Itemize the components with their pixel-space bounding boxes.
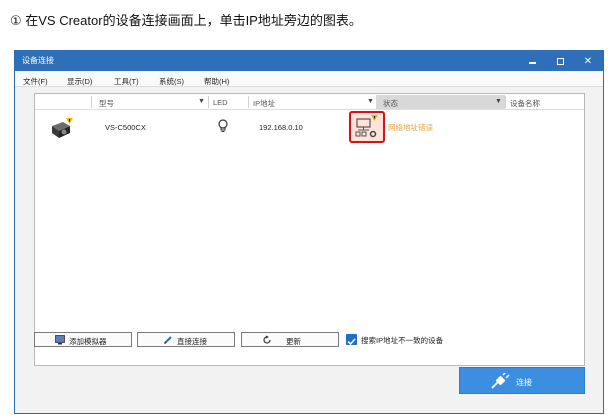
column-separator	[505, 96, 506, 108]
model-filter-icon[interactable]: ▼	[198, 98, 205, 105]
pen-icon	[164, 336, 172, 344]
minimize-button[interactable]	[519, 51, 545, 71]
device-model: VS-C500CX	[105, 123, 146, 132]
menu-view[interactable]: 显示(D)	[67, 76, 92, 87]
led-bulb-icon	[218, 119, 228, 132]
device-row[interactable]: VS-C500CX 192.168.0.10 网络地址错误	[35, 111, 584, 155]
maximize-icon	[556, 57, 564, 65]
ip-settings-button[interactable]	[349, 111, 385, 143]
status-warning-text: 网络地址错误	[388, 123, 433, 132]
refresh-icon	[263, 335, 271, 344]
ip-filter-icon[interactable]: ▼	[367, 98, 374, 105]
menu-tools[interactable]: 工具(T)	[114, 76, 139, 87]
column-model[interactable]: 型号	[99, 98, 114, 109]
menu-system[interactable]: 系统(S)	[159, 76, 184, 87]
device-list: 型号 ▼ LED IP地址 ▼ 状态 ▼ 设备名称 VS-C500CX 192.…	[34, 93, 585, 366]
column-separator	[248, 96, 249, 108]
column-led[interactable]: LED	[213, 98, 228, 107]
search-mismatch-checkbox[interactable]	[346, 334, 357, 346]
status-filter-icon[interactable]: ▼	[495, 98, 502, 105]
device-ip: 192.168.0.10	[259, 123, 303, 132]
direct-connect-button[interactable]: 直接连接	[137, 332, 235, 347]
column-separator	[208, 96, 209, 108]
column-separator	[91, 96, 92, 108]
connect-label: 连接	[516, 378, 532, 387]
minimize-icon	[528, 62, 536, 64]
monitor-icon	[55, 335, 65, 345]
add-simulator-button[interactable]: 添加模拟器	[34, 332, 132, 347]
menu-bar: 文件(F) 显示(D) 工具(T) 系统(S) 帮助(H)	[15, 71, 603, 87]
column-device-name[interactable]: 设备名称	[510, 98, 540, 109]
checkmark-icon	[347, 338, 356, 346]
device-connection-window: 设备连接 ✕ 文件(F) 显示(D) 工具(T) 系统(S) 帮助(H) 型号 …	[14, 50, 604, 414]
instruction-text: ① 在VS Creator的设备连接画面上，单击IP地址旁边的图表。	[10, 13, 362, 28]
close-button[interactable]: ✕	[575, 51, 601, 71]
refresh-label: 更新	[286, 337, 301, 346]
close-icon: ✕	[583, 55, 593, 67]
network-error-icon	[355, 115, 378, 138]
column-status[interactable]: 状态	[383, 98, 398, 109]
add-simulator-label: 添加模拟器	[69, 337, 107, 346]
maximize-button[interactable]	[547, 51, 573, 71]
window-title: 设备连接	[22, 56, 54, 65]
plug-icon	[491, 373, 510, 389]
title-bar: 设备连接 ✕	[15, 51, 603, 71]
search-mismatch-label: 搜索IP地址不一致的设备	[361, 336, 444, 345]
direct-connect-label: 直接连接	[177, 337, 207, 346]
menu-help[interactable]: 帮助(H)	[204, 76, 229, 87]
refresh-button[interactable]: 更新	[241, 332, 339, 347]
column-ip[interactable]: IP地址	[253, 98, 275, 109]
connect-button[interactable]: 连接	[459, 367, 585, 394]
camera-device-icon	[52, 118, 73, 138]
menu-file[interactable]: 文件(F)	[23, 76, 48, 87]
list-header: 型号 ▼ LED IP地址 ▼ 状态 ▼ 设备名称	[35, 94, 584, 110]
